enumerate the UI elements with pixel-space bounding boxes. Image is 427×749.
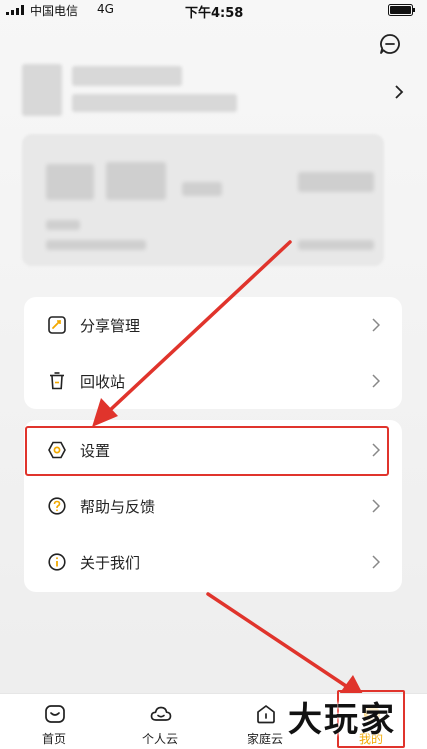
home-icon — [45, 705, 65, 723]
menu-item-recycle-bin[interactable]: 回收站 — [24, 353, 402, 409]
network-label: 4G — [97, 2, 114, 16]
settings-highlight-box — [25, 426, 389, 476]
info-icon — [48, 553, 66, 571]
message-icon[interactable] — [379, 33, 401, 55]
chevron-right-icon — [372, 555, 380, 569]
menu-label-about-us: 关于我们 — [80, 554, 141, 572]
trash-icon — [50, 372, 64, 390]
status-bar: 中国电信 4G 下午4:58 — [0, 0, 427, 21]
menu-panel-primary: 分享管理 回收站 — [24, 297, 402, 409]
signal-icon — [6, 5, 24, 15]
menu-item-help-feedback[interactable]: 帮助与反馈 — [24, 478, 402, 534]
tab-label-home: 首页 — [41, 732, 66, 746]
battery-icon — [388, 4, 415, 16]
profile-header[interactable] — [0, 58, 427, 128]
help-icon — [48, 497, 66, 515]
menu-label-help-feedback: 帮助与反馈 — [80, 498, 156, 516]
chevron-right-icon — [372, 499, 380, 513]
menu-label-share-manage: 分享管理 — [80, 317, 141, 335]
menu-item-share-manage[interactable]: 分享管理 — [24, 297, 402, 353]
family-house-icon — [257, 705, 275, 724]
tab-label-personal-cloud: 个人云 — [141, 732, 178, 746]
chevron-right-icon — [372, 318, 380, 332]
tab-home[interactable]: 首页 — [14, 694, 94, 749]
menu-label-recycle-bin: 回收站 — [80, 373, 126, 391]
watermark-logo: 大玩家 — [288, 700, 396, 740]
share-manage-icon — [48, 316, 66, 334]
profile-chevron-icon[interactable] — [393, 84, 405, 100]
tab-personal-cloud[interactable]: 个人云 — [120, 694, 200, 749]
chevron-right-icon — [372, 374, 380, 388]
clock: 下午4:58 — [185, 6, 244, 21]
storage-card[interactable] — [22, 134, 384, 266]
carrier-label: 中国电信 — [30, 4, 79, 18]
menu-item-about-us[interactable]: 关于我们 — [24, 534, 402, 590]
cloud-icon — [150, 706, 172, 721]
